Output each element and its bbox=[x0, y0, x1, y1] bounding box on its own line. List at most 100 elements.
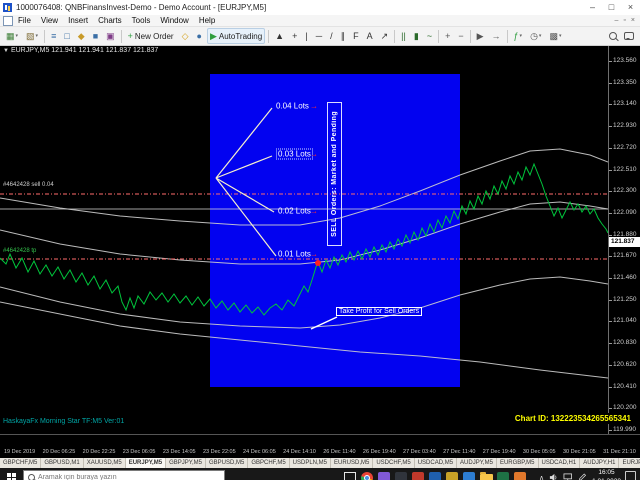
taskbar-app-app-green[interactable] bbox=[495, 468, 512, 480]
menu-item-view[interactable]: View bbox=[36, 15, 63, 26]
profiles-button[interactable]: ▧ ▾ bbox=[23, 28, 41, 44]
bar-chart-button[interactable]: || bbox=[398, 28, 409, 44]
line-chart-icon: ~ bbox=[426, 30, 433, 41]
community-chat-icon[interactable] bbox=[624, 32, 634, 40]
taskbar-app-vscode[interactable] bbox=[376, 468, 393, 480]
minimize-button[interactable]: – bbox=[583, 0, 602, 15]
taskbar-app-app-blue[interactable] bbox=[427, 468, 444, 480]
new-chart-button[interactable]: ▦ ▾ bbox=[3, 28, 21, 44]
horizontal-line-icon: ─ bbox=[315, 30, 323, 41]
time-axis-label: 26 Dec 19:40 bbox=[362, 449, 396, 455]
data-window-button[interactable]: □ bbox=[61, 28, 72, 44]
taskbar-app-metatrader[interactable] bbox=[444, 468, 461, 480]
mdi-restore-button[interactable]: ▫ bbox=[623, 17, 625, 24]
time-axis-label: 20 Dec 22:25 bbox=[82, 449, 116, 455]
line-chart-button[interactable]: ~ bbox=[424, 28, 435, 44]
menu-item-window[interactable]: Window bbox=[155, 15, 193, 26]
notification-center-icon[interactable] bbox=[625, 471, 636, 480]
search-input[interactable] bbox=[38, 474, 224, 480]
price-axis-label: 121.040 bbox=[609, 317, 637, 325]
mdi-close-button[interactable]: × bbox=[631, 17, 635, 24]
chart-tab-gbpchf-m5[interactable]: GBPCHF,M5 bbox=[0, 458, 42, 468]
fibonacci-button[interactable]: F bbox=[350, 28, 362, 44]
pen-icon[interactable] bbox=[578, 473, 587, 480]
market-watch-button[interactable]: ≡ bbox=[48, 28, 59, 44]
menu-item-help[interactable]: Help bbox=[194, 15, 220, 26]
search-icon[interactable] bbox=[609, 32, 617, 40]
menu-item-charts[interactable]: Charts bbox=[93, 15, 127, 26]
text-button[interactable]: A bbox=[364, 28, 376, 44]
chart-tab-gbpjpy-m5[interactable]: GBPJPY,M5 bbox=[166, 458, 206, 468]
trendline-button[interactable]: / bbox=[327, 28, 336, 44]
taskbar-app-app-red[interactable] bbox=[410, 468, 427, 480]
taskbar-app-app-blue2[interactable] bbox=[461, 468, 478, 480]
templates-button[interactable]: ▩ ▾ bbox=[546, 28, 564, 44]
volume-icon[interactable] bbox=[549, 473, 558, 480]
windows-taskbar: ∧ 16:05 1.01.2020 bbox=[0, 468, 640, 480]
zoom-out-button[interactable]: − bbox=[455, 28, 466, 44]
channel-button[interactable]: ∥ bbox=[338, 28, 349, 44]
chart-document-icon bbox=[3, 15, 13, 26]
navigator-button[interactable]: ◆ bbox=[75, 28, 88, 44]
time-axis-label: 31 Dec 21:10 bbox=[603, 449, 636, 455]
terminal-button[interactable]: ■ bbox=[90, 28, 101, 44]
taskbar-search[interactable] bbox=[23, 470, 225, 480]
taskbar-app-app-orange[interactable] bbox=[512, 468, 529, 480]
crosshair-button[interactable]: + bbox=[289, 28, 300, 44]
start-button[interactable] bbox=[0, 473, 23, 480]
cursor-button[interactable]: ▲ bbox=[272, 28, 287, 44]
candlestick-chart-icon: ▮ bbox=[413, 30, 419, 41]
network-icon[interactable] bbox=[563, 473, 573, 480]
chart-tab-gbpusd-m5[interactable]: GBPUSD,M5 bbox=[206, 458, 249, 468]
chart-tab-usdcad-m5[interactable]: USDCAD,M5 bbox=[415, 458, 458, 468]
strategy-tester-button[interactable]: ▣ bbox=[103, 28, 118, 44]
chart-tab-gbpchf-m5[interactable]: GBPCHF,M5 bbox=[248, 458, 290, 468]
zoom-in-button[interactable]: + bbox=[442, 28, 453, 44]
menu-item-insert[interactable]: Insert bbox=[63, 15, 93, 26]
taskbar-app-task-view[interactable] bbox=[342, 468, 359, 480]
time-axis-label: 23 Dec 06:05 bbox=[122, 449, 156, 455]
chart-tab-usdchf-m5[interactable]: USDCHF,M5 bbox=[373, 458, 415, 468]
chart-tab-eurgbp-m5[interactable]: EURGBP,M5 bbox=[497, 458, 539, 468]
chart-tab-usdcad-h1[interactable]: USDCAD,H1 bbox=[539, 458, 581, 468]
price-axis-label: 121.670 bbox=[609, 252, 637, 260]
periods-button[interactable]: ◷ ▾ bbox=[527, 28, 544, 44]
taskbar-app-chrome[interactable] bbox=[359, 468, 376, 480]
price-axis-label: 123.140 bbox=[609, 100, 637, 108]
mdi-minimize-button[interactable]: – bbox=[615, 17, 619, 24]
chart-tab-audjpy-m5[interactable]: AUDJPY,M5 bbox=[457, 458, 497, 468]
autotrading-button[interactable]: ▶ AutoTrading bbox=[206, 28, 266, 44]
chart-tab-usdpln-m5[interactable]: USDPLN,M5 bbox=[290, 458, 331, 468]
arrow-right-icon: → bbox=[310, 249, 318, 259]
indicators-button[interactable]: ƒ ▾ bbox=[511, 28, 526, 44]
navigator-icon: ◆ bbox=[77, 30, 85, 41]
maximize-button[interactable]: □ bbox=[602, 0, 621, 15]
menu-item-file[interactable]: File bbox=[13, 15, 36, 26]
vertical-line-button[interactable]: | bbox=[302, 28, 310, 44]
hidden-icons-chevron[interactable]: ∧ bbox=[539, 474, 544, 480]
chart-region[interactable]: ▼ EURJPY,M5 121.941 121.941 121.837 121.8… bbox=[0, 46, 640, 434]
auto-scroll-button[interactable]: ▶ bbox=[474, 28, 487, 44]
taskbar-app-app-dark[interactable] bbox=[393, 468, 410, 480]
take-profit-order-label: #4642428 tp bbox=[3, 248, 37, 254]
vertical-line-icon: | bbox=[305, 30, 308, 41]
close-button[interactable]: × bbox=[621, 0, 640, 15]
experts-button[interactable]: ● bbox=[194, 28, 205, 44]
chart-tab-gbpusd-m1[interactable]: GBPUSD,M1 bbox=[41, 458, 84, 468]
metaeditor-button[interactable]: ◇ bbox=[179, 28, 192, 44]
chart-tab-eurjp[interactable]: EURJP bbox=[619, 458, 640, 468]
chart-tab-eurusd-m5[interactable]: EURUSD,M5 bbox=[331, 458, 374, 468]
chart-tab-eurjpy-m5[interactable]: EURJPY,M5 bbox=[125, 458, 167, 468]
chart-tab-audjpy-h1[interactable]: AUDJPY,H1 bbox=[580, 458, 620, 468]
arrows-button[interactable]: ↗ bbox=[378, 28, 392, 44]
chart-shift-button[interactable]: → bbox=[489, 28, 504, 44]
new-order-button[interactable]: + New Order bbox=[125, 28, 177, 44]
taskbar-app-file-explorer[interactable] bbox=[478, 468, 495, 480]
candlestick-chart-button[interactable]: ▮ bbox=[411, 28, 422, 44]
chart-tab-xauusd-m5[interactable]: XAUUSD,M5 bbox=[84, 458, 126, 468]
caret-down-icon: ▾ bbox=[538, 33, 542, 39]
taskbar-clock[interactable]: 16:05 1.01.2020 bbox=[592, 469, 621, 480]
lots-label: 0.02 Lots bbox=[278, 206, 311, 216]
horizontal-line-button[interactable]: ─ bbox=[313, 28, 325, 44]
menu-item-tools[interactable]: Tools bbox=[127, 15, 156, 26]
